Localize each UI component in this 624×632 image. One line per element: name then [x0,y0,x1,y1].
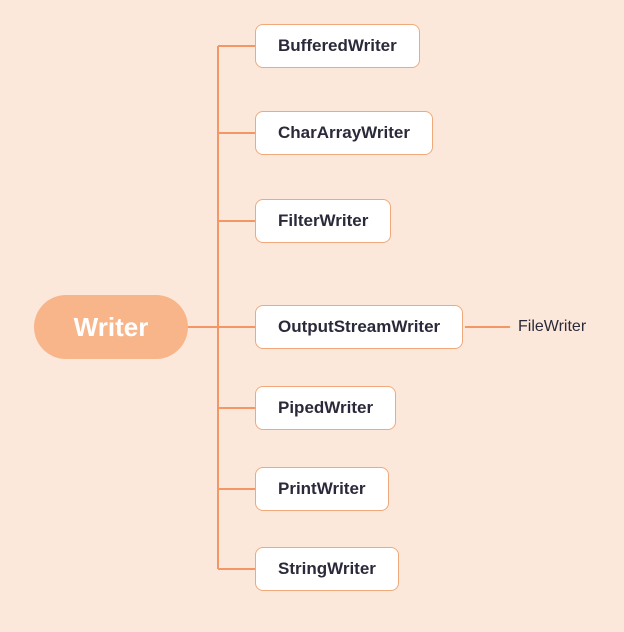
leaf-file-writer: FileWriter [518,318,586,336]
node-buffered-writer: BufferedWriter [255,24,420,68]
node-piped-writer: PipedWriter [255,386,396,430]
node-char-array-writer: CharArrayWriter [255,111,433,155]
node-label: PrintWriter [278,479,366,499]
node-string-writer: StringWriter [255,547,399,591]
node-label: PipedWriter [278,398,373,418]
root-node-writer: Writer [34,295,188,359]
node-output-stream-writer: OutputStreamWriter [255,305,463,349]
node-label: OutputStreamWriter [278,317,440,337]
node-label: FilterWriter [278,211,368,231]
node-print-writer: PrintWriter [255,467,389,511]
node-label: StringWriter [278,559,376,579]
node-label: CharArrayWriter [278,123,410,143]
root-label: Writer [74,312,149,343]
node-filter-writer: FilterWriter [255,199,391,243]
node-label: BufferedWriter [278,36,397,56]
leaf-label-text: FileWriter [518,318,586,335]
